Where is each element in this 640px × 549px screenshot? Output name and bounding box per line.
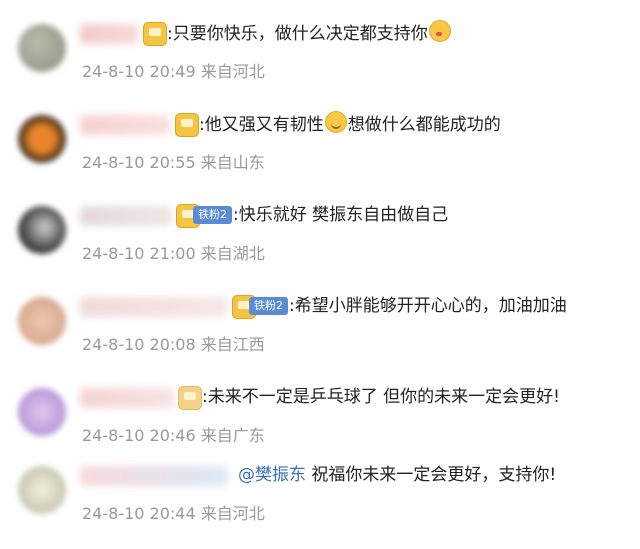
avatar[interactable] — [18, 115, 66, 163]
comment-item: :未来不一定是乒乓球了 但你的未来一定会更好! 24-8-10 20:46 来自… — [0, 380, 640, 470]
comment-item: @樊振东 祝福你未来一定会更好，支持你! 24-8-10 20:44 来自河北 — [0, 458, 640, 548]
comment-text: @樊振东 祝福你未来一定会更好，支持你! — [238, 465, 557, 485]
vip-crown-icon — [178, 386, 202, 410]
comment-meta: 24-8-10 20:46 来自广东 — [82, 426, 265, 445]
comment-item: 铁粉2 :希望小胖能够开开心心的，加油加油 24-8-10 20:08 来自江西 — [0, 289, 640, 379]
comment-text: :只要你快乐，做什么决定都支持你 — [167, 20, 452, 47]
kiss-emoji-icon — [428, 20, 451, 42]
avatar[interactable] — [18, 24, 66, 72]
avatar[interactable] — [18, 466, 66, 514]
avatar[interactable] — [18, 297, 66, 345]
vip-crown-icon — [143, 22, 167, 46]
comment-item: 铁粉2 :快乐就好 樊振东自由做自己 24-8-10 21:00 来自湖北 — [0, 198, 640, 288]
avatar[interactable] — [18, 388, 66, 436]
fan-level-badge: 铁粉2 — [193, 206, 232, 224]
comment-text: :未来不一定是乒乓球了 但你的未来一定会更好! — [202, 387, 560, 407]
comment-meta: 24-8-10 20:55 来自山东 — [82, 153, 265, 172]
vip-crown-icon — [175, 113, 199, 137]
smile-emoji-icon — [324, 111, 347, 133]
avatar[interactable] — [18, 206, 66, 254]
mention-link[interactable]: @樊振东 — [238, 465, 306, 485]
comment-meta: 24-8-10 20:49 来自河北 — [82, 62, 265, 81]
comment-text: :快乐就好 樊振东自由做自己 — [233, 205, 449, 225]
comment-meta: 24-8-10 20:08 来自江西 — [82, 335, 265, 354]
comment-item: :只要你快乐，做什么决定都支持你 24-8-10 20:49 来自河北 — [0, 16, 640, 106]
comment-item: :他又强又有韧性 想做什么都能成功的 24-8-10 20:55 来自山东 — [0, 107, 640, 197]
comment-text: :希望小胖能够开开心心的，加油加油 — [289, 296, 567, 316]
comment-meta: 24-8-10 20:44 来自河北 — [82, 504, 265, 523]
comment-text: :他又强又有韧性 想做什么都能成功的 — [199, 111, 501, 138]
comment-meta: 24-8-10 21:00 来自湖北 — [82, 244, 265, 263]
username[interactable] — [80, 206, 172, 226]
username[interactable] — [80, 297, 228, 317]
username[interactable] — [80, 466, 228, 486]
username[interactable] — [80, 388, 174, 408]
username[interactable] — [80, 115, 170, 135]
fan-level-badge: 铁粉2 — [249, 297, 288, 315]
username[interactable] — [80, 24, 138, 44]
